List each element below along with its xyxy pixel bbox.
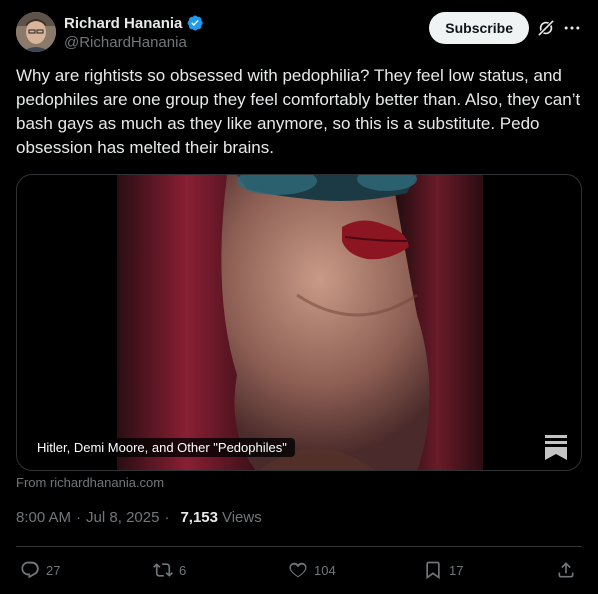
tweet-text: Why are rightists so obsessed with pedop… <box>16 66 585 157</box>
avatar[interactable] <box>16 12 56 52</box>
author-name[interactable]: Richard Hanania <box>64 15 182 32</box>
subscribe-button[interactable]: Subscribe <box>429 12 529 44</box>
bookmark-icon <box>426 561 440 580</box>
substack-logo-icon <box>545 435 567 460</box>
separator-dot: · <box>76 509 82 526</box>
author-handle[interactable]: @RichardHanania <box>64 34 204 51</box>
repost-button[interactable]: 6 <box>153 560 186 580</box>
tweet-meta: 8:00 AM · Jul 8, 2025 · 7,153 Views <box>16 509 262 526</box>
link-card[interactable]: Hitler, Demi Moore, and Other "Pedophile… <box>16 174 582 471</box>
share-button[interactable] <box>556 560 576 580</box>
author-info: Richard Hanania @RichardHanania <box>64 14 204 51</box>
action-bar: 27 6 104 17 <box>16 560 582 582</box>
divider <box>16 546 582 547</box>
repost-count: 6 <box>179 562 187 578</box>
views-label: Views <box>221 509 262 526</box>
bookmark-count: 17 <box>449 562 464 578</box>
reply-button[interactable]: 27 <box>20 560 60 580</box>
tweet-date[interactable]: Jul 8, 2025 <box>86 509 159 526</box>
bookmark-button[interactable]: 17 <box>423 560 463 580</box>
reply-count: 27 <box>46 562 61 578</box>
tweet-header: Richard Hanania @RichardHanania Subscrib… <box>16 12 582 52</box>
tweet-time[interactable]: 8:00 AM <box>16 509 71 526</box>
like-button[interactable]: 104 <box>288 560 336 580</box>
verified-badge-icon <box>188 15 204 31</box>
reply-icon <box>21 561 39 579</box>
share-icon <box>558 562 574 578</box>
more-icon[interactable] <box>562 18 582 38</box>
separator-dot: · <box>164 509 170 526</box>
heart-icon <box>289 562 307 578</box>
grok-icon[interactable] <box>536 18 556 38</box>
views-count[interactable]: 7,153 <box>180 509 218 526</box>
card-source[interactable]: From richardhanania.com <box>16 475 164 490</box>
card-image <box>117 175 483 470</box>
repost-icon <box>153 563 173 577</box>
like-count: 104 <box>314 562 336 578</box>
card-title: Hitler, Demi Moore, and Other "Pedophile… <box>29 438 295 457</box>
